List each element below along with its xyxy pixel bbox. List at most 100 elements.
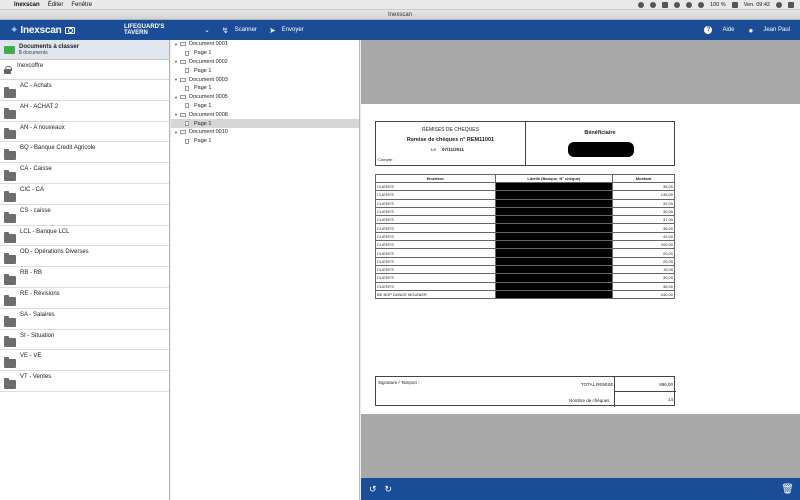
folder-icon [4, 315, 16, 327]
table-row: CLIENTS 135,00 [375, 190, 675, 200]
tree-document[interactable]: ▼ Document 0001 [171, 40, 359, 49]
folder-label: BQ - Banque Credit Agricole [20, 145, 96, 152]
cell-libelle-redacted [494, 198, 614, 208]
folder-item[interactable]: BQ - Banque Credit Agricole [0, 142, 169, 164]
status-area: 100 % Ven. 09:42 [638, 1, 794, 8]
table-row: CLIENTS 35,00 [375, 281, 675, 291]
folder-icon [4, 232, 16, 244]
spotlight-icon[interactable] [776, 1, 782, 8]
scanner-button[interactable]: ↯ Scanner [222, 26, 257, 35]
cell-emetteur: CLIENTS [375, 273, 496, 283]
tree-document[interactable]: ▼ Document 0008 [171, 110, 359, 119]
folder-item[interactable]: CS - caisse [0, 205, 169, 226]
document-label: Document 0002 [189, 58, 228, 65]
table-row: CLIENTS 200,00 [375, 240, 675, 250]
col-emetteur: Emetteur [375, 174, 496, 183]
tree-page[interactable]: Page 1 [171, 137, 359, 146]
viewer-toolbar: ↺ ↻ 🗑 [361, 478, 800, 500]
cell-montant: 32,00 [612, 198, 675, 208]
table-row: CLIENTS 29,00 [375, 256, 675, 266]
cell-montant: 42,00 [612, 231, 675, 242]
chevron-down-icon[interactable]: ⌄ [204, 26, 210, 34]
status-icon-2[interactable] [650, 1, 657, 8]
cell-libelle-redacted [494, 181, 614, 192]
cell-libelle-redacted [494, 248, 614, 258]
folder-label: CA - Caisse [20, 166, 52, 173]
folder-item[interactable]: RB - RB [0, 267, 169, 288]
help-button[interactable]: Aide [722, 27, 734, 33]
user-button[interactable]: Jean Paul [763, 27, 790, 33]
vault-label: Inexcoffre [17, 62, 44, 69]
send-button[interactable]: ➤ Envoyer [269, 26, 304, 35]
folder-label: AH - ACHAT 2 [20, 103, 59, 110]
tree-document[interactable]: ▼ Document 0003 [171, 75, 359, 84]
menu-edit[interactable]: Éditer [48, 2, 64, 8]
tree-page[interactable]: Page 1 [171, 84, 359, 93]
folder-item[interactable]: CA - Caisse [0, 163, 169, 184]
trash-icon[interactable]: 🗑 [781, 484, 794, 495]
folder-item[interactable]: LCL - Banque LCL [0, 226, 169, 247]
vault-item[interactable]: Inexcoffre [0, 60, 169, 80]
folder-item[interactable]: AC - Achats [0, 80, 169, 101]
page-label: Page 1 [194, 50, 212, 57]
camera-icon[interactable] [64, 26, 75, 34]
cell-montant: 20,00 [612, 248, 675, 258]
folder-icon [4, 107, 16, 119]
cell-montant: 15,00 [612, 264, 675, 275]
cell-montant: 240,00 [612, 289, 675, 300]
status-icon-1[interactable] [638, 1, 645, 8]
rotate-right-icon[interactable]: ↻ [385, 484, 393, 495]
folder-icon [4, 294, 16, 306]
document-icon [180, 95, 186, 100]
page-icon [185, 50, 189, 56]
status-icon-4[interactable] [674, 1, 681, 8]
tree-document[interactable]: ▼ Document 0010 [171, 128, 359, 137]
status-icon-3[interactable] [662, 1, 669, 8]
status-icon-5[interactable] [686, 1, 693, 8]
cell-libelle-redacted [494, 289, 614, 300]
rotate-left-icon[interactable]: ↺ [369, 484, 377, 495]
document-icon [180, 130, 186, 135]
document-icon [180, 112, 186, 117]
folder-item[interactable]: VT - Ventes [0, 371, 169, 392]
folder-label: VT - Ventes [20, 374, 52, 381]
user-icon[interactable]: ● [748, 26, 753, 35]
tree-page[interactable]: Page 1 [171, 49, 359, 58]
logo-text: Inexscan [20, 24, 62, 36]
notification-center-icon[interactable] [788, 1, 794, 8]
folder-item[interactable]: CIC - CA [0, 184, 169, 205]
wifi-icon[interactable] [698, 1, 705, 8]
tree-document[interactable]: ▼ Document 0005 [171, 93, 359, 102]
folder-item[interactable]: OD - Opérations Diverses [0, 246, 169, 268]
battery-percent[interactable]: 100 % [710, 2, 726, 8]
cell-montant: 200,00 [612, 240, 675, 250]
help-icon[interactable]: ? [704, 26, 713, 34]
tree-page[interactable]: Page 1 [171, 119, 359, 128]
app-logo: ✦ Inexscan [10, 25, 102, 36]
folder-item[interactable]: SI - Situation [0, 330, 169, 351]
folder-icon [4, 274, 16, 286]
battery-icon[interactable] [731, 1, 738, 8]
header-ref: Remise de chèques n° REM11001 [406, 137, 495, 143]
folder-item[interactable]: RE - Révisions [0, 288, 169, 309]
cell-montant: 30,00 [612, 206, 675, 217]
document-viewer: REMISES DE CHEQUES Remise de chèques n° … [361, 40, 800, 478]
folder-item[interactable]: AH - ACHAT 2 [0, 101, 169, 122]
page-icon [185, 121, 189, 127]
folder-icon [4, 378, 16, 390]
company-selector[interactable]: LIFEGUARD'S TAVERN [124, 24, 188, 36]
menu-window[interactable]: Fenêtre [71, 2, 92, 8]
inbox-item[interactable]: Documents à classer 5 documents [0, 40, 169, 60]
tree-page[interactable]: Page 1 [171, 66, 359, 75]
folder-item[interactable]: SA - Salaires [0, 309, 169, 330]
tree-document[interactable]: ▼ Document 0002 [171, 58, 359, 67]
tree-page[interactable]: Page 1 [171, 102, 359, 111]
folder-item[interactable]: AN - A nouveaux [0, 122, 169, 143]
table-row: CLIENTS 32,00 [375, 198, 675, 208]
cell-montant: 35,00 [612, 181, 675, 192]
clock[interactable]: Ven. 09:42 [744, 2, 770, 8]
menu-app[interactable]: Inexscan [14, 2, 40, 8]
folder-item[interactable]: VE - VE [0, 350, 169, 372]
total-label: TOTAL REMISE [581, 382, 614, 387]
page-label: Page 1 [194, 85, 212, 92]
